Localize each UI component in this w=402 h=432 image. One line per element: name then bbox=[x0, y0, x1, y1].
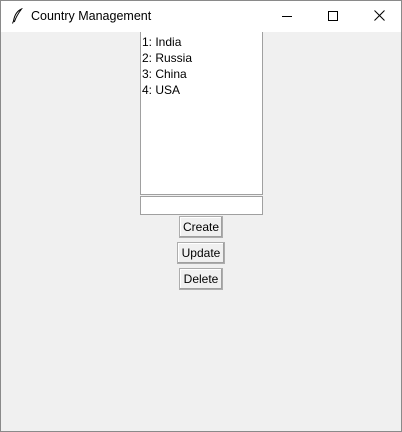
maximize-icon bbox=[328, 8, 338, 26]
close-button[interactable] bbox=[356, 1, 402, 32]
feather-icon bbox=[11, 7, 24, 24]
delete-button[interactable]: Delete bbox=[179, 268, 223, 290]
list-item[interactable]: 3: China bbox=[141, 66, 262, 82]
window-title: Country Management bbox=[31, 9, 152, 23]
list-item[interactable]: 1: India bbox=[141, 34, 262, 50]
minimize-icon bbox=[282, 8, 292, 26]
update-button[interactable]: Update bbox=[177, 242, 225, 264]
list-item[interactable]: 2: Russia bbox=[141, 50, 262, 66]
main-content: 1: India 2: Russia 3: China 4: USA Creat… bbox=[1, 32, 401, 431]
create-button[interactable]: Create bbox=[179, 216, 223, 238]
maximize-button[interactable] bbox=[310, 1, 356, 32]
app-window: Country Management 1: India 2: Russia 3:… bbox=[0, 0, 402, 432]
country-listbox[interactable]: 1: India 2: Russia 3: China 4: USA bbox=[140, 32, 263, 195]
minimize-button[interactable] bbox=[264, 1, 310, 32]
list-item[interactable]: 4: USA bbox=[141, 82, 262, 98]
title-bar[interactable]: Country Management bbox=[1, 1, 401, 32]
country-entry-field[interactable] bbox=[140, 196, 263, 215]
close-icon bbox=[373, 8, 385, 26]
